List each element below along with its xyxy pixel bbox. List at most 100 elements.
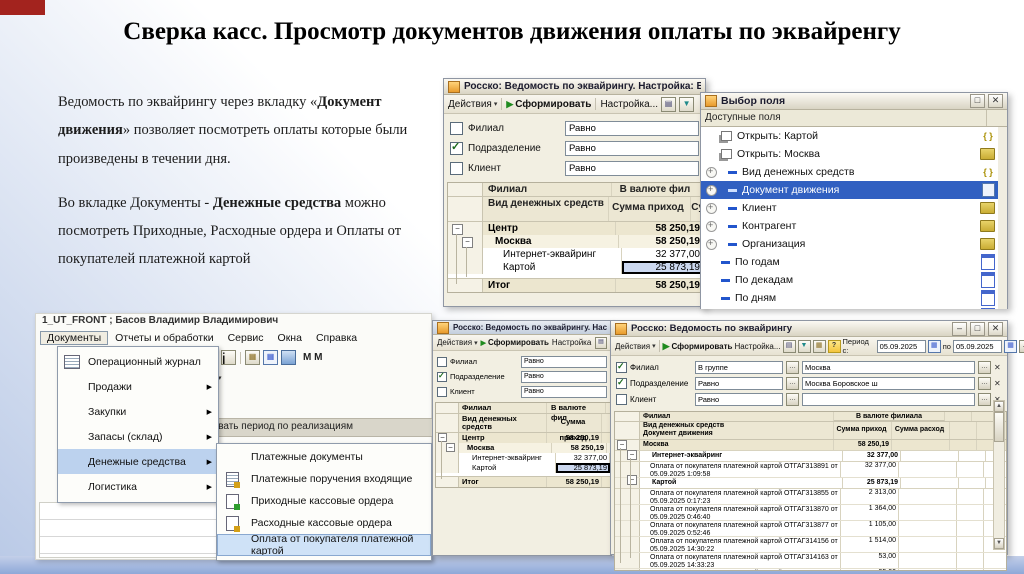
table-row[interactable]: Оплата от покупателя платежной картой ОТ… bbox=[615, 553, 1006, 569]
menu-documents[interactable]: Документы bbox=[40, 331, 109, 345]
menu-help[interactable]: Справка bbox=[309, 331, 364, 345]
table-row[interactable]: Москва 58 250,19 bbox=[615, 440, 1006, 451]
table-row-total[interactable]: Итог 58 250,19 bbox=[436, 476, 610, 487]
close-icon[interactable]: ✕ bbox=[988, 94, 1003, 108]
table-row[interactable]: Москва 58 250,19 bbox=[448, 235, 704, 248]
podrazdelenie-op-select[interactable]: Равно bbox=[695, 376, 783, 390]
generate-button[interactable]: ▶ Сформировать bbox=[506, 99, 591, 110]
submenu-item-payment-orders-in[interactable]: Платежные поручения входящие bbox=[217, 468, 431, 490]
calendar-icon[interactable] bbox=[927, 339, 941, 353]
filial-op-select[interactable]: В группе bbox=[695, 360, 783, 374]
info-icon[interactable]: i bbox=[221, 350, 236, 368]
maximize-icon[interactable]: □ bbox=[970, 94, 985, 108]
actions-button[interactable]: Действия ▾ bbox=[448, 99, 497, 110]
filial-checkbox[interactable] bbox=[450, 121, 463, 135]
submenu-item-cash-out-orders[interactable]: Расходные кассовые ордера bbox=[217, 512, 431, 534]
ellipsis-button[interactable]: … bbox=[978, 360, 991, 374]
ellipsis-button[interactable]: … bbox=[786, 392, 799, 406]
table-row[interactable]: Оплата от покупателя платежной картой ОТ… bbox=[615, 537, 1006, 553]
menu-item-purchases[interactable]: Закупки ▶ bbox=[58, 399, 218, 424]
table-row[interactable]: Картой 25 873,19 bbox=[448, 261, 704, 274]
table-icon[interactable] bbox=[812, 339, 826, 353]
report-structure-icon[interactable] bbox=[595, 336, 607, 349]
table-row[interactable]: Интернет-эквайринг 32 377,00 bbox=[615, 451, 1006, 462]
ellipsis-button[interactable]: … bbox=[786, 376, 799, 390]
menu-item-stock[interactable]: Запасы (склад) ▶ bbox=[58, 424, 218, 449]
table-row[interactable]: Москва 58 250,19 bbox=[436, 443, 610, 453]
table-row[interactable]: Оплата от покупателя платежной картой ОТ… bbox=[615, 521, 1006, 537]
ellipsis-button[interactable]: … bbox=[978, 392, 991, 406]
table-row[interactable]: Оплата от покупателя платежной картой ОТ… bbox=[615, 505, 1006, 521]
menu-item-journal[interactable]: Операционный журнал bbox=[58, 349, 218, 374]
table-row[interactable]: Оплата от покупателя платежной картой ОТ… bbox=[615, 489, 1006, 505]
settings-button[interactable]: Настройка... bbox=[552, 338, 592, 347]
submenu-item-payment-docs[interactable]: Платежные документы bbox=[217, 446, 431, 468]
window-titlebar[interactable]: Росско: Ведомость по эквайрингу – □ ✕ bbox=[611, 321, 1007, 337]
clear-icon[interactable]: ✕ bbox=[994, 363, 1002, 372]
podrazdelenie-op-select[interactable]: Равно bbox=[521, 370, 607, 383]
podrazdelenie-op-select[interactable]: Равно bbox=[565, 140, 699, 156]
generate-button[interactable]: ▶ Сформировать bbox=[663, 341, 733, 352]
generate-button[interactable]: ▶ Сформировать bbox=[481, 338, 549, 347]
klient-checkbox[interactable] bbox=[450, 161, 463, 175]
table-row[interactable]: Оплата от покупателя платежной картой ОТ… bbox=[615, 569, 1006, 570]
table-row[interactable]: Центр 58 250,19 bbox=[436, 433, 610, 443]
menu-windows[interactable]: Окна bbox=[271, 331, 309, 345]
list-item[interactable]: Вид денежных средств bbox=[701, 163, 998, 181]
list-item[interactable]: Контрагент bbox=[701, 217, 998, 235]
list-item-selected[interactable]: Документ движения bbox=[701, 181, 998, 199]
klient-checkbox[interactable] bbox=[616, 393, 627, 405]
table-row[interactable]: Центр 58 250,19 bbox=[448, 222, 704, 235]
window-titlebar[interactable]: Росско: Ведомость по эквайрингу. Настрой… bbox=[433, 321, 611, 335]
expand-plus-icon[interactable] bbox=[706, 202, 717, 214]
report-structure-icon[interactable] bbox=[782, 339, 796, 353]
filter-icon[interactable] bbox=[679, 96, 695, 112]
list-item[interactable]: По годам bbox=[701, 253, 998, 271]
table-row[interactable]: Оплата от покупателя платежной картой ОТ… bbox=[615, 462, 1006, 478]
calendar-icon[interactable] bbox=[263, 350, 278, 365]
scroll-up-icon[interactable]: ▲ bbox=[994, 401, 1004, 412]
settings-button[interactable]: Настройка... bbox=[600, 99, 658, 110]
klient-checkbox[interactable] bbox=[437, 386, 447, 397]
podrazdelenie-value-field[interactable]: Москва Боровское ш bbox=[802, 376, 975, 390]
tree-collapse-icon[interactable] bbox=[452, 224, 463, 235]
list-item[interactable]: Организация bbox=[701, 235, 998, 253]
tree-collapse-icon[interactable] bbox=[617, 440, 627, 450]
tree-collapse-icon[interactable] bbox=[627, 475, 637, 485]
selected-cell[interactable]: 25 873,19 bbox=[555, 463, 610, 473]
table-row[interactable]: Интернет-эквайринг 32 377,00 bbox=[448, 248, 704, 261]
report-structure-icon[interactable] bbox=[661, 96, 677, 112]
expand-plus-icon[interactable] bbox=[706, 166, 717, 178]
maximize-icon[interactable]: □ bbox=[970, 321, 985, 336]
user-icon[interactable] bbox=[281, 350, 296, 365]
filial-op-select[interactable]: Равно bbox=[521, 355, 607, 368]
help-icon[interactable] bbox=[827, 339, 841, 353]
calendar-icon[interactable] bbox=[1004, 339, 1018, 353]
menu-reports[interactable]: Отчеты и обработки bbox=[108, 331, 220, 345]
list-item[interactable]: По декадам bbox=[701, 271, 998, 289]
klient-op-select[interactable]: Равно bbox=[521, 385, 607, 398]
filial-checkbox[interactable] bbox=[437, 356, 447, 367]
filial-checkbox[interactable] bbox=[616, 361, 627, 373]
list-item[interactable]: По месяцам bbox=[701, 307, 998, 309]
window-titlebar[interactable]: Росско: Ведомость по эквайрингу. Настрой… bbox=[444, 79, 705, 95]
submenu-item-card-payment[interactable]: Оплата от покупателя платежной картой bbox=[217, 533, 431, 557]
close-icon[interactable]: ✕ bbox=[988, 321, 1003, 336]
selected-cell[interactable]: 25 873,19 bbox=[622, 261, 704, 274]
podrazdelenie-checkbox[interactable] bbox=[450, 140, 463, 155]
minimize-icon[interactable]: – bbox=[952, 321, 967, 336]
filial-op-select[interactable]: Равно bbox=[565, 120, 699, 136]
actions-button[interactable]: Действия ▾ bbox=[437, 338, 478, 347]
settings-button[interactable]: Настройка... bbox=[734, 342, 780, 351]
table-row[interactable]: Картой 25 873,19 bbox=[615, 478, 1006, 489]
date-from-field[interactable]: 05.09.2025 bbox=[876, 339, 926, 353]
scroll-down-icon[interactable]: ▼ bbox=[994, 538, 1004, 549]
actions-button[interactable]: Действия ▾ bbox=[615, 342, 656, 351]
date-to-field[interactable]: 05.09.2025 bbox=[952, 339, 1003, 353]
list-item[interactable]: По дням bbox=[701, 289, 998, 307]
table-row[interactable]: Картой 25 873,19 bbox=[436, 463, 610, 473]
ellipsis-button[interactable]: … bbox=[978, 376, 991, 390]
scrollbar-thumb[interactable] bbox=[994, 412, 1004, 442]
podrazdelenie-checkbox[interactable] bbox=[616, 377, 627, 389]
ellipsis-button[interactable]: … bbox=[786, 360, 799, 374]
